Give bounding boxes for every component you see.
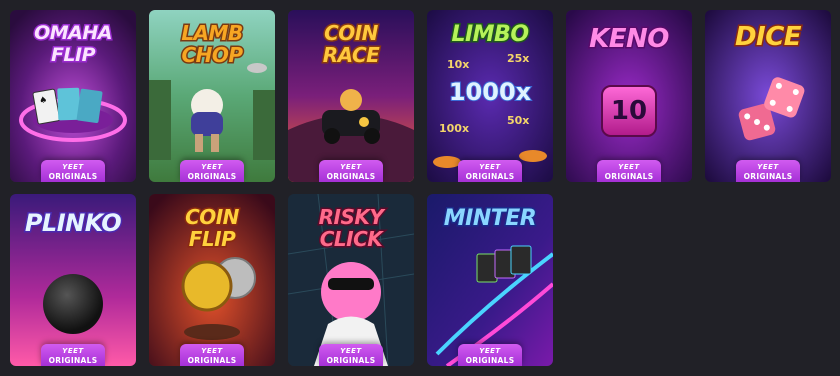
yeet-originals-badge: YEET ORIGINALS — [319, 160, 383, 182]
game-card-coin-race[interactable]: COIN RACE YEET ORIGINALS — [288, 10, 414, 182]
badge-line1: YEET — [340, 163, 362, 171]
game-title: PLINKO — [23, 209, 123, 237]
game-title: LAMB CHOP — [180, 21, 245, 68]
game-card-limbo[interactable]: LIMBO 10x 25x 1000x 100x 50x YEET ORIGINA… — [427, 10, 553, 182]
badge-line2: ORIGINALS — [48, 172, 98, 181]
game-card-coin-flip[interactable]: COIN FLIP YEET ORIGINALS — [149, 194, 275, 366]
badge-line2: ORIGINALS — [187, 356, 237, 365]
badge-line1: YEET — [62, 163, 84, 171]
game-title: OMAHA FLIP — [33, 21, 114, 68]
badge-line1: YEET — [479, 347, 501, 355]
badge-line1: YEET — [62, 347, 84, 355]
game-title: MINTER — [442, 206, 538, 231]
badge-line1: YEET — [340, 347, 362, 355]
badge-line2: ORIGINALS — [604, 172, 654, 181]
limbo-multiplier: 10x — [447, 58, 470, 71]
yeet-originals-badge: YEET ORIGINALS — [319, 344, 383, 366]
badge-line2: ORIGINALS — [48, 356, 98, 365]
game-card-plinko[interactable]: PLINKO YEET ORIGINALS — [10, 194, 136, 366]
game-title: COIN RACE — [321, 21, 381, 68]
badge-line1: YEET — [618, 163, 640, 171]
yeet-originals-badge: YEET ORIGINALS — [736, 160, 800, 182]
limbo-multiplier: 50x — [507, 114, 530, 127]
badge-line2: ORIGINALS — [743, 172, 793, 181]
game-grid: ♠ OMAHA FLIP YEET ORIGINALS LAMB CHOP YEE… — [0, 0, 840, 376]
limbo-multiplier: 100x — [439, 122, 470, 135]
yeet-originals-badge: YEET ORIGINALS — [458, 160, 522, 182]
game-title: DICE — [733, 22, 803, 52]
keno-number: 10 — [610, 96, 648, 126]
game-card-dice[interactable]: DICE YEET ORIGINALS — [705, 10, 831, 182]
game-title: LIMBO — [450, 22, 531, 47]
badge-line2: ORIGINALS — [465, 356, 515, 365]
limbo-multiplier: 25x — [507, 52, 530, 65]
badge-line2: ORIGINALS — [465, 172, 515, 181]
yeet-originals-badge: YEET ORIGINALS — [180, 160, 244, 182]
game-card-risky-click[interactable]: RISKY CLICK YEET ORIGINALS — [288, 194, 414, 366]
badge-line1: YEET — [201, 347, 223, 355]
badge-line1: YEET — [201, 163, 223, 171]
svg-text:♠: ♠ — [39, 95, 49, 106]
yeet-originals-badge: YEET ORIGINALS — [41, 344, 105, 366]
game-title: KENO — [588, 24, 671, 54]
game-card-minter[interactable]: MINTER YEET ORIGINALS — [427, 194, 553, 366]
game-title: COIN FLIP — [184, 205, 241, 252]
yeet-originals-badge: YEET ORIGINALS — [180, 344, 244, 366]
badge-line2: ORIGINALS — [326, 172, 376, 181]
game-card-keno[interactable]: KENO 10 YEET ORIGINALS — [566, 10, 692, 182]
game-card-lamb-chop[interactable]: LAMB CHOP YEET ORIGINALS — [149, 10, 275, 182]
badge-line1: YEET — [479, 163, 501, 171]
badge-line2: ORIGINALS — [326, 356, 376, 365]
game-title: RISKY CLICK — [317, 205, 385, 252]
badge-line1: YEET — [757, 163, 779, 171]
yeet-originals-badge: YEET ORIGINALS — [41, 160, 105, 182]
game-card-omaha-flip[interactable]: ♠ OMAHA FLIP YEET ORIGINALS — [10, 10, 136, 182]
limbo-multiplier-main: 1000x — [448, 77, 532, 107]
badge-line2: ORIGINALS — [187, 172, 237, 181]
yeet-originals-badge: YEET ORIGINALS — [458, 344, 522, 366]
yeet-originals-badge: YEET ORIGINALS — [597, 160, 661, 182]
